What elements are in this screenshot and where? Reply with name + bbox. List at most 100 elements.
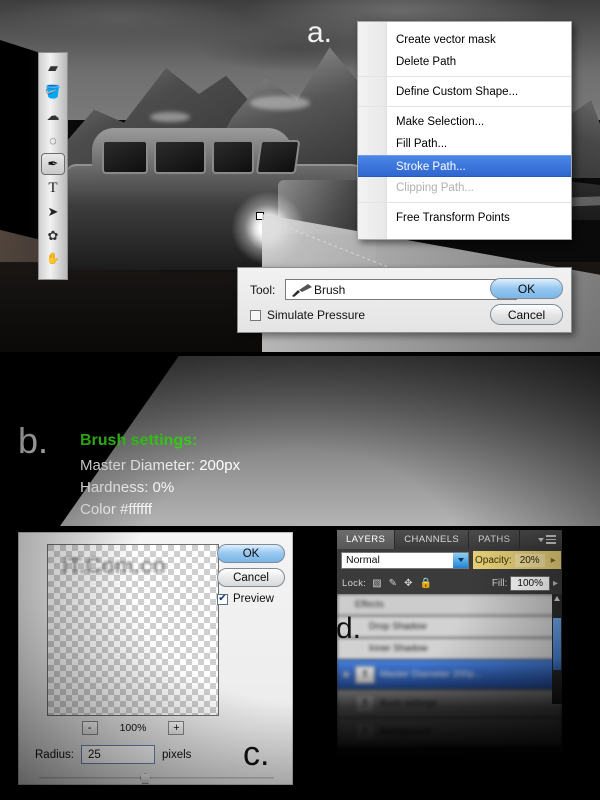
blur-preview-canvas[interactable]: iT.Com.cn: [47, 544, 219, 716]
preview-toggle-row[interactable]: ✔ Preview: [217, 593, 274, 605]
zoom-in-button[interactable]: +: [168, 721, 185, 735]
panel-menu-icon[interactable]: [538, 530, 562, 549]
layer-thumbnail[interactable]: ❢: [355, 722, 375, 741]
menu-item-delete-path[interactable]: Delete Path: [358, 51, 571, 77]
table-row[interactable]: ◉ Drop Shadow: [337, 616, 562, 638]
layer-thumbnail[interactable]: ❢: [355, 694, 375, 713]
menu-item-free-transform-points[interactable]: Free Transform Points: [358, 207, 571, 229]
layers-panel[interactable]: LAYERS CHANNELS PATHS Normal Opacity: 20…: [337, 530, 562, 775]
brush-icon: [292, 284, 312, 297]
menu-item-stroke-path[interactable]: Stroke Path...: [358, 155, 571, 177]
layer-name: Background: [380, 726, 431, 737]
blur-tool-icon[interactable]: ◌: [42, 129, 64, 151]
radius-label: Radius:: [35, 748, 74, 761]
radius-units: pixels: [162, 748, 192, 761]
menu-item-make-selection[interactable]: Make Selection...: [358, 111, 571, 133]
opacity-control[interactable]: Opacity: 20% ▸: [473, 551, 561, 569]
menu-item-create-vector-mask[interactable]: Create vector mask: [358, 29, 571, 51]
brush-lock-icon[interactable]: ✎: [389, 578, 397, 589]
preview-zoom-controls[interactable]: - 100% +: [47, 721, 219, 735]
layer-name: Inner Shadow: [369, 643, 428, 654]
menu-item-define-custom-shape[interactable]: Define Custom Shape...: [358, 81, 571, 107]
figure-label-d: d.: [336, 612, 362, 645]
car-window: [154, 140, 206, 174]
opacity-value[interactable]: 20%: [514, 553, 545, 567]
layer-name: Effects: [355, 599, 384, 610]
layer-name: Drop Shadow: [369, 621, 427, 632]
blur-cancel-button[interactable]: Cancel: [217, 568, 285, 587]
panel-tabs[interactable]: LAYERS CHANNELS PATHS: [337, 530, 562, 549]
chevron-down-icon[interactable]: [453, 552, 468, 568]
lock-icons[interactable]: ▨ ✎ ✥ 🔒: [372, 578, 432, 589]
blur-ok-button[interactable]: OK: [217, 544, 285, 563]
paint-bucket-tool-icon[interactable]: 🪣: [42, 81, 64, 103]
photoshop-canvas: ▰ 🪣 ☁ ◌ ✒ T ➤ ✿ ✋ Create vector mask Del…: [0, 0, 600, 352]
tab-paths[interactable]: PATHS: [469, 530, 521, 549]
brush-settings-heading: Brush settings:: [80, 432, 198, 449]
pen-tool-icon[interactable]: ✒: [41, 153, 65, 175]
layer-name: Bush settings: [380, 698, 438, 709]
snow-patch: [150, 112, 190, 122]
ok-button[interactable]: OK: [490, 278, 563, 299]
photoshop-toolbar[interactable]: ▰ 🪣 ☁ ◌ ✒ T ➤ ✿ ✋: [38, 52, 68, 280]
cancel-button[interactable]: Cancel: [490, 304, 563, 325]
layer-list-scrollbar[interactable]: [552, 594, 562, 704]
fill-control[interactable]: Fill: 100% ▸: [491, 575, 558, 591]
table-row[interactable]: ◉ Inner Shadow: [337, 638, 562, 660]
figure-label-c: c.: [243, 735, 270, 773]
lock-label: Lock:: [342, 577, 367, 589]
table-row[interactable]: ◉ ❢ Background: [337, 718, 562, 746]
blend-mode-value: Normal: [346, 554, 380, 566]
blend-mode-select[interactable]: Normal: [341, 551, 469, 569]
slider-handle[interactable]: [139, 773, 151, 784]
type-tool-icon[interactable]: T: [42, 177, 64, 199]
table-row[interactable]: ◉ ❢ Master Diameter 200p...: [337, 660, 562, 690]
fill-label: Fill:: [491, 577, 508, 589]
car-window: [255, 140, 301, 174]
tab-layers[interactable]: LAYERS: [337, 530, 396, 549]
slider-track: [39, 777, 274, 779]
table-row[interactable]: ◉ Effects: [337, 594, 562, 616]
simulate-pressure-checkbox[interactable]: [250, 309, 261, 321]
radius-slider[interactable]: [39, 773, 274, 784]
move-lock-icon[interactable]: ✥: [404, 578, 412, 589]
gradient-tool-icon[interactable]: ▰: [42, 57, 64, 79]
lock-row[interactable]: Lock: ▨ ✎ ✥ 🔒 Fill: 100% ▸: [337, 573, 562, 593]
fill-arrow-icon[interactable]: ▸: [553, 578, 558, 589]
brush-settings-text: Brush settings: Master Diameter: 200px H…: [80, 432, 500, 521]
path-context-menu[interactable]: Create vector mask Delete Path Define Cu…: [357, 21, 572, 240]
eye-icon[interactable]: ◉: [337, 669, 355, 680]
scroll-up-icon[interactable]: [554, 596, 560, 601]
radius-row[interactable]: Radius: 25 pixels: [35, 745, 191, 764]
path-selection-tool-icon[interactable]: ➤: [42, 201, 64, 223]
layer-thumbnail[interactable]: ❢: [355, 665, 375, 684]
tab-channels[interactable]: CHANNELS: [395, 530, 470, 549]
zoom-out-button[interactable]: -: [81, 721, 98, 735]
scrollbar-thumb[interactable]: [553, 618, 561, 670]
layer-name: Master Diameter 200p...: [380, 669, 482, 680]
figure-label-a: a.: [307, 16, 333, 49]
eye-icon[interactable]: ◉: [337, 599, 355, 610]
dodge-tool-icon[interactable]: ☁: [42, 105, 64, 127]
car-window: [212, 140, 254, 174]
simulate-pressure-row[interactable]: Simulate Pressure: [250, 308, 365, 322]
eye-icon[interactable]: ◉: [337, 726, 355, 737]
opacity-label: Opacity:: [475, 554, 512, 566]
menu-item-fill-path[interactable]: Fill Path...: [358, 133, 571, 155]
radius-input[interactable]: 25: [81, 745, 155, 764]
blend-mode-row[interactable]: Normal Opacity: 20% ▸: [337, 549, 562, 571]
eye-icon[interactable]: ◉: [337, 698, 355, 709]
transparency-lock-icon[interactable]: ▨: [372, 578, 381, 589]
all-lock-icon[interactable]: 🔒: [419, 578, 431, 589]
menu-item-clipping-path: Clipping Path...: [358, 177, 571, 203]
custom-shape-tool-icon[interactable]: ✿: [42, 225, 64, 247]
layer-list[interactable]: ◉ Effects ◉ Drop Shadow ◉ Inner Shadow ◉…: [337, 594, 562, 775]
menu-top-pad: [358, 22, 571, 29]
tool-select[interactable]: Brush: [285, 279, 517, 300]
table-row[interactable]: ◉ ❢ Bush settings: [337, 690, 562, 718]
opacity-arrow-icon[interactable]: ▸: [548, 555, 559, 566]
preview-checkbox[interactable]: ✔: [217, 593, 228, 605]
fill-value[interactable]: 100%: [510, 575, 550, 591]
hand-tool-icon[interactable]: ✋: [42, 249, 64, 267]
stroke-path-dialog[interactable]: Tool: Brush Simulate Pressure OK Cancel: [237, 267, 572, 333]
